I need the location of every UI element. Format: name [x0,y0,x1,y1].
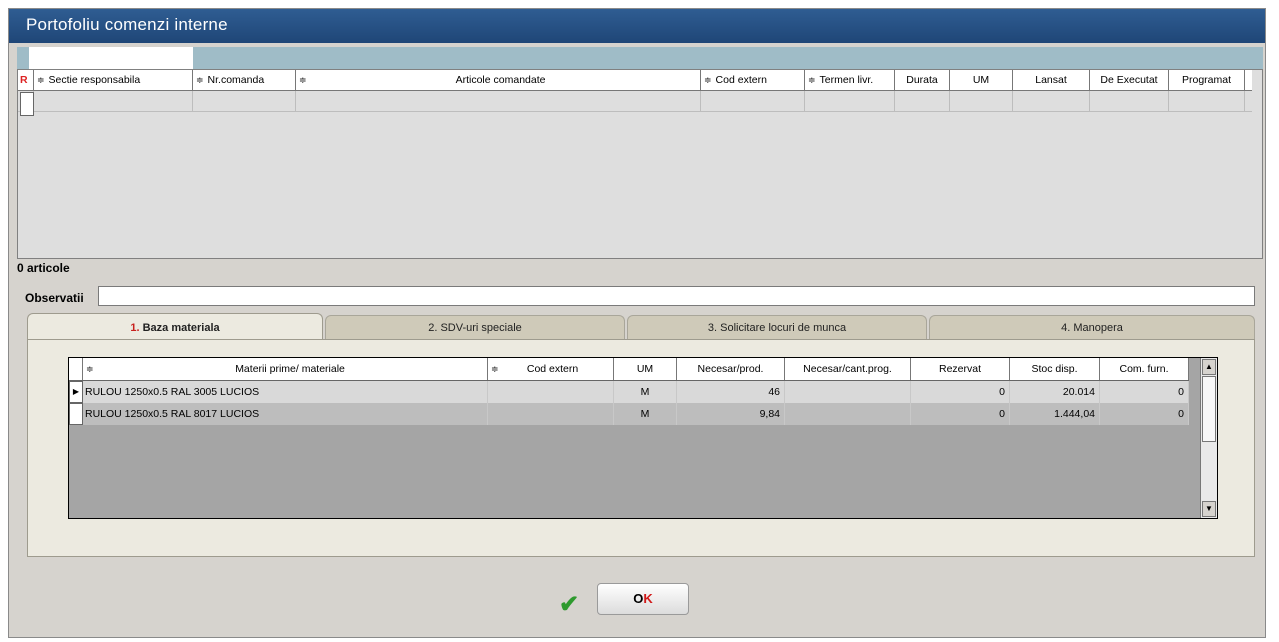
sort-icon: ≑ [704,75,712,85]
orders-empty-row [18,91,1252,112]
tab-panel-baza-materiala: ≑ Materii prime/ materiale ≑ Cod extern UM… [27,339,1255,557]
col-label: Cod extern [715,74,767,86]
tab-label: Manopera [1073,322,1123,334]
col-label: Sectie responsabila [48,74,141,86]
tab-label: SDV-uri speciale [440,322,522,334]
current-row-icon[interactable]: ▶ [69,381,83,403]
cell-necesar-cant [785,381,911,403]
col-com-furn[interactable]: Com. furn. [1100,358,1189,380]
materials-grid[interactable]: ≑ Materii prime/ materiale ≑ Cod extern UM… [68,357,1218,519]
tab-manopera[interactable]: 4. Manopera [929,315,1255,339]
col-label: Articole comandate [455,74,546,86]
tab-label: Baza materiala [142,322,220,334]
col-de-executat[interactable]: De Executat [1090,70,1169,90]
cell-cod-extern [488,403,614,425]
orders-grid-header: R ≑ Sectie responsabila ≑ Nr.comanda ≑ Arti… [18,70,1252,91]
cell-com-furn: 0 [1100,403,1189,425]
tab-solicitare-locuri[interactable]: 3. Solicitare locuri de munca [627,315,927,339]
sort-icon: ≑ [196,75,204,85]
col-cod-extern[interactable]: ≑ Cod extern [701,70,805,90]
cell-com-furn: 0 [1100,381,1189,403]
tab-num: 1. [130,322,140,334]
col-programat[interactable]: Programat [1169,70,1245,90]
ok-label-o: O [633,591,644,606]
row-selector[interactable] [20,92,34,116]
cell-necesar-cant [785,403,911,425]
portfolio-window: Portofoliu comenzi interne R ≑ Sectie res… [8,8,1266,638]
cell-cod-extern [488,381,614,403]
col-materii-prime[interactable]: ≑ Materii prime/ materiale [83,358,488,380]
cell-material: RULOU 1250x0.5 RAL 3005 LUCIOS [83,381,488,403]
col-label: Materii prime/ materiale [235,363,345,375]
top-tab-active[interactable] [29,47,193,70]
col-um[interactable]: UM [614,358,677,380]
col-necesar-cant-prog[interactable]: Necesar/cant.prog. [785,358,911,380]
sort-icon: ≑ [808,75,816,85]
table-row[interactable]: ▶ RULOU 1250x0.5 RAL 3005 LUCIOS M 46 0 … [69,381,1189,403]
cell-material: RULOU 1250x0.5 RAL 8017 LUCIOS [83,403,488,425]
col-label: Nr.comanda [207,74,265,86]
sort-icon: ≑ [37,75,45,85]
cell-rezervat: 0 [911,381,1010,403]
tab-num: 4. [1061,322,1071,334]
col-stoc-disp[interactable]: Stoc disp. [1010,358,1100,380]
cell-um: M [614,403,677,425]
col-necesar-prod[interactable]: Necesar/prod. [677,358,785,380]
table-row[interactable]: RULOU 1250x0.5 RAL 8017 LUCIOS M 9,84 0 … [69,403,1189,425]
col-cod-extern[interactable]: ≑ Cod extern [488,358,614,380]
cell-necesar-prod: 46 [677,381,785,403]
scroll-down-icon[interactable]: ▼ [1202,501,1216,517]
tab-num: 3. [707,322,718,334]
cell-necesar-prod: 9,84 [677,403,785,425]
tab-label: Solicitare locuri de munca [720,322,847,334]
vertical-scrollbar[interactable]: ▲ ▼ [1200,358,1217,518]
col-lansat[interactable]: Lansat [1013,70,1090,90]
col-durata[interactable]: Durata [895,70,950,90]
materials-grid-header: ≑ Materii prime/ materiale ≑ Cod extern UM… [69,358,1189,381]
observatii-input[interactable] [98,286,1255,306]
col-termen-livr[interactable]: ≑ Termen livr. [805,70,895,90]
checkmark-icon: ✔ [559,591,580,618]
scroll-thumb[interactable] [1202,376,1216,442]
scroll-up-icon[interactable]: ▲ [1202,359,1216,375]
indicator-column-header [69,358,83,380]
col-sectie[interactable]: ≑ Sectie responsabila [34,70,193,90]
sort-icon: ≑ [491,364,499,374]
orders-grid[interactable]: R ≑ Sectie responsabila ≑ Nr.comanda ≑ Arti… [17,69,1263,259]
window-title: Portofoliu comenzi interne [9,9,1265,43]
col-nr-comanda[interactable]: ≑ Nr.comanda [193,70,296,90]
cell-rezervat: 0 [911,403,1010,425]
col-articole[interactable]: ≑ Articole comandate [296,70,701,90]
col-um[interactable]: UM [950,70,1013,90]
col-label: Cod extern [526,363,579,375]
items-count: 0 articole [17,261,70,275]
col-label: Termen livr. [819,74,874,86]
tab-baza-materiala[interactable]: 1. Baza materiala [27,313,323,341]
tab-num: 2. [428,322,438,334]
col-rezervat[interactable]: Rezervat [911,358,1010,380]
flag-label: R [20,74,28,86]
flag-column-header[interactable]: R [18,70,34,90]
observatii-label: Observatii [25,291,84,305]
top-tab-strip [17,47,1263,70]
ok-label-k: K [643,591,653,606]
sort-icon: ≑ [299,75,307,85]
ok-button[interactable]: OK [597,583,689,615]
cell-stoc: 1.444,04 [1010,403,1100,425]
cell-stoc: 20.014 [1010,381,1100,403]
tab-sdv-uri-speciale[interactable]: 2. SDV-uri speciale [325,315,625,339]
detail-tabs: 1. Baza materiala 2. SDV-uri speciale 3.… [27,313,1255,341]
row-selector[interactable] [69,403,83,425]
cell-um: M [614,381,677,403]
sort-icon: ≑ [86,364,94,374]
